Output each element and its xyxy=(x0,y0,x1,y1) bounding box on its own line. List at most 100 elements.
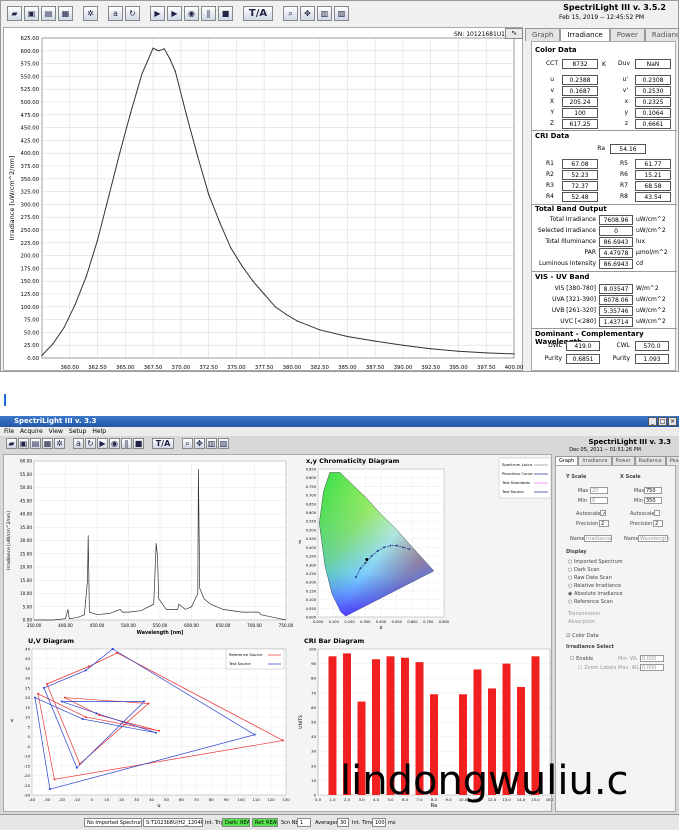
data-point xyxy=(158,50,160,52)
y-tick-label: 275.00 xyxy=(20,215,39,221)
zoom-icon[interactable]: ⌕ xyxy=(182,438,193,449)
menu-file[interactable]: File xyxy=(4,427,14,436)
x-axis-label: x xyxy=(380,625,383,631)
display-option-1[interactable]: ○ Dark Scan xyxy=(568,567,600,573)
window-controls: _ □ × xyxy=(648,417,677,426)
purity2-value: 1.093 xyxy=(635,354,669,364)
color-data-option[interactable]: ☑ Color Data xyxy=(566,633,599,639)
y-name-input[interactable]: Irradiance xyxy=(584,535,612,542)
band-value: 0 xyxy=(599,226,633,236)
menu-help[interactable]: Help xyxy=(92,427,106,436)
averages-input[interactable]: 30 xyxy=(337,818,349,827)
stop-icon[interactable]: ■ xyxy=(218,6,233,21)
x-tick-label: 650.00 xyxy=(216,623,231,628)
display-option-5[interactable]: ○ Reference Scan xyxy=(568,599,613,605)
data-point xyxy=(241,265,243,267)
play-icon[interactable]: ▶ xyxy=(97,438,108,449)
menu-view[interactable]: View xyxy=(49,427,63,436)
y-precision-input[interactable]: 2 xyxy=(599,520,609,527)
planckian-point xyxy=(364,562,367,564)
bar-chart-icon[interactable]: ▥ xyxy=(206,438,217,449)
tab-irradiance[interactable]: Irradiance xyxy=(578,456,612,465)
tab-power[interactable]: Power xyxy=(609,28,645,41)
y-tick-label: 600.00 xyxy=(20,49,39,55)
y-precision-label: Precision xyxy=(576,521,599,527)
close-icon[interactable]: × xyxy=(668,417,677,426)
tab-radiance[interactable]: Radiance xyxy=(634,456,666,465)
display-option-4[interactable]: ◉ Absolute Irradiance xyxy=(568,591,623,597)
status-bar: No Imported Spectrum S:T1023b8U/H2_12046… xyxy=(0,814,679,830)
menu-acquire[interactable]: Acquire xyxy=(20,427,43,436)
settings-gear-icon[interactable]: ✲ xyxy=(54,438,65,449)
y-min-input[interactable]: 0 xyxy=(590,497,608,504)
tab-radiance[interactable]: Radiance xyxy=(644,28,678,41)
y-max-input[interactable]: 20 xyxy=(590,487,608,494)
x-tick-label: 120 xyxy=(267,797,275,802)
run-icon[interactable]: ▶ xyxy=(167,6,182,21)
extra-option-0[interactable]: Transmission xyxy=(568,611,600,617)
x-tick-label: -40 xyxy=(29,797,36,802)
bar-chart-icon[interactable]: ▥ xyxy=(317,6,332,21)
wave-icon[interactable]: ∿ xyxy=(505,28,523,39)
tab-power[interactable]: Power xyxy=(611,456,635,465)
save-as-icon[interactable]: ▤ xyxy=(41,6,56,21)
int-time-input[interactable]: 100 xyxy=(372,818,386,827)
menu-setup[interactable]: Setup xyxy=(69,427,86,436)
max-wl-input[interactable]: 0.000 xyxy=(640,664,664,671)
tab-graph[interactable]: Graph xyxy=(555,456,579,465)
x-max-input[interactable]: 750 xyxy=(644,487,662,494)
table-icon[interactable]: ▦ xyxy=(42,438,53,449)
x-precision-input[interactable]: 2 xyxy=(653,520,663,527)
table-icon[interactable]: ▦ xyxy=(58,6,73,21)
chart-icon[interactable]: ▧ xyxy=(218,438,229,449)
open-folder-icon[interactable]: ▰ xyxy=(7,6,22,21)
enable-checkbox[interactable]: ☐ Enable xyxy=(570,656,593,662)
y-tick-label: 15 xyxy=(25,705,30,710)
refresh-icon[interactable]: ↻ xyxy=(85,438,96,449)
x-autoscale-checkbox[interactable] xyxy=(654,510,660,516)
minimize-icon[interactable]: _ xyxy=(648,417,657,426)
pause-icon[interactable]: ∥ xyxy=(201,6,216,21)
reference-point xyxy=(87,665,90,668)
zoom-labels-checkbox[interactable]: ☐ Zoom Labels xyxy=(578,665,616,671)
zoom-icon[interactable]: ⌕ xyxy=(283,6,298,21)
min-wl-input[interactable]: 0.000 xyxy=(640,655,664,662)
display-option-2[interactable]: ○ Raw Data Scan xyxy=(568,575,612,581)
save-icon[interactable]: ▣ xyxy=(18,438,29,449)
pan-icon[interactable]: ✥ xyxy=(300,6,315,21)
enable-text: Enable xyxy=(576,656,594,662)
refresh-icon[interactable]: ↻ xyxy=(125,6,140,21)
tab-graph[interactable]: Graph xyxy=(525,28,561,41)
ta-button[interactable]: T/A xyxy=(152,438,174,449)
continuous-icon[interactable]: ◉ xyxy=(184,6,199,21)
maximize-icon[interactable]: □ xyxy=(658,417,667,426)
chart-icon[interactable]: ▧ xyxy=(334,6,349,21)
auto-icon[interactable]: a xyxy=(73,438,84,449)
extra-option-1[interactable]: Absorption xyxy=(568,619,595,625)
save-as-icon[interactable]: ▤ xyxy=(30,438,41,449)
pan-icon[interactable]: ✥ xyxy=(194,438,205,449)
pause-icon[interactable]: ∥ xyxy=(121,438,132,449)
settings-gear-icon[interactable]: ✲ xyxy=(83,6,98,21)
y-tick-label: 225.00 xyxy=(20,241,39,247)
tab-peak[interactable]: Peak xyxy=(665,456,679,465)
display-option-3[interactable]: ○ Relative Irradiance xyxy=(568,583,621,589)
stop-icon[interactable]: ■ xyxy=(133,438,144,449)
continuous-icon[interactable]: ◉ xyxy=(109,438,120,449)
play-icon[interactable]: ▶ xyxy=(150,6,165,21)
tab-irradiance[interactable]: Irradiance xyxy=(560,28,610,41)
reference-point xyxy=(84,716,87,719)
x-name-input[interactable]: Wavelength xyxy=(638,535,670,542)
display-option-0[interactable]: ○ Imported Spectrum xyxy=(568,559,623,565)
x-tick-label: 367.50 xyxy=(144,365,163,371)
scan-nbr-input[interactable]: 1 xyxy=(297,818,311,827)
open-folder-icon[interactable]: ▰ xyxy=(6,438,17,449)
x-min-input[interactable]: 350 xyxy=(644,497,662,504)
duv-label: Duv xyxy=(618,60,630,67)
legend-entry: Reference Source xyxy=(229,652,263,657)
y-autoscale-checkbox[interactable]: ✓ xyxy=(600,510,606,517)
ta-button[interactable]: T/A xyxy=(243,6,273,21)
save-icon[interactable]: ▣ xyxy=(24,6,39,21)
auto-icon[interactable]: a xyxy=(108,6,123,21)
y-tick-label: 20 xyxy=(25,695,30,700)
